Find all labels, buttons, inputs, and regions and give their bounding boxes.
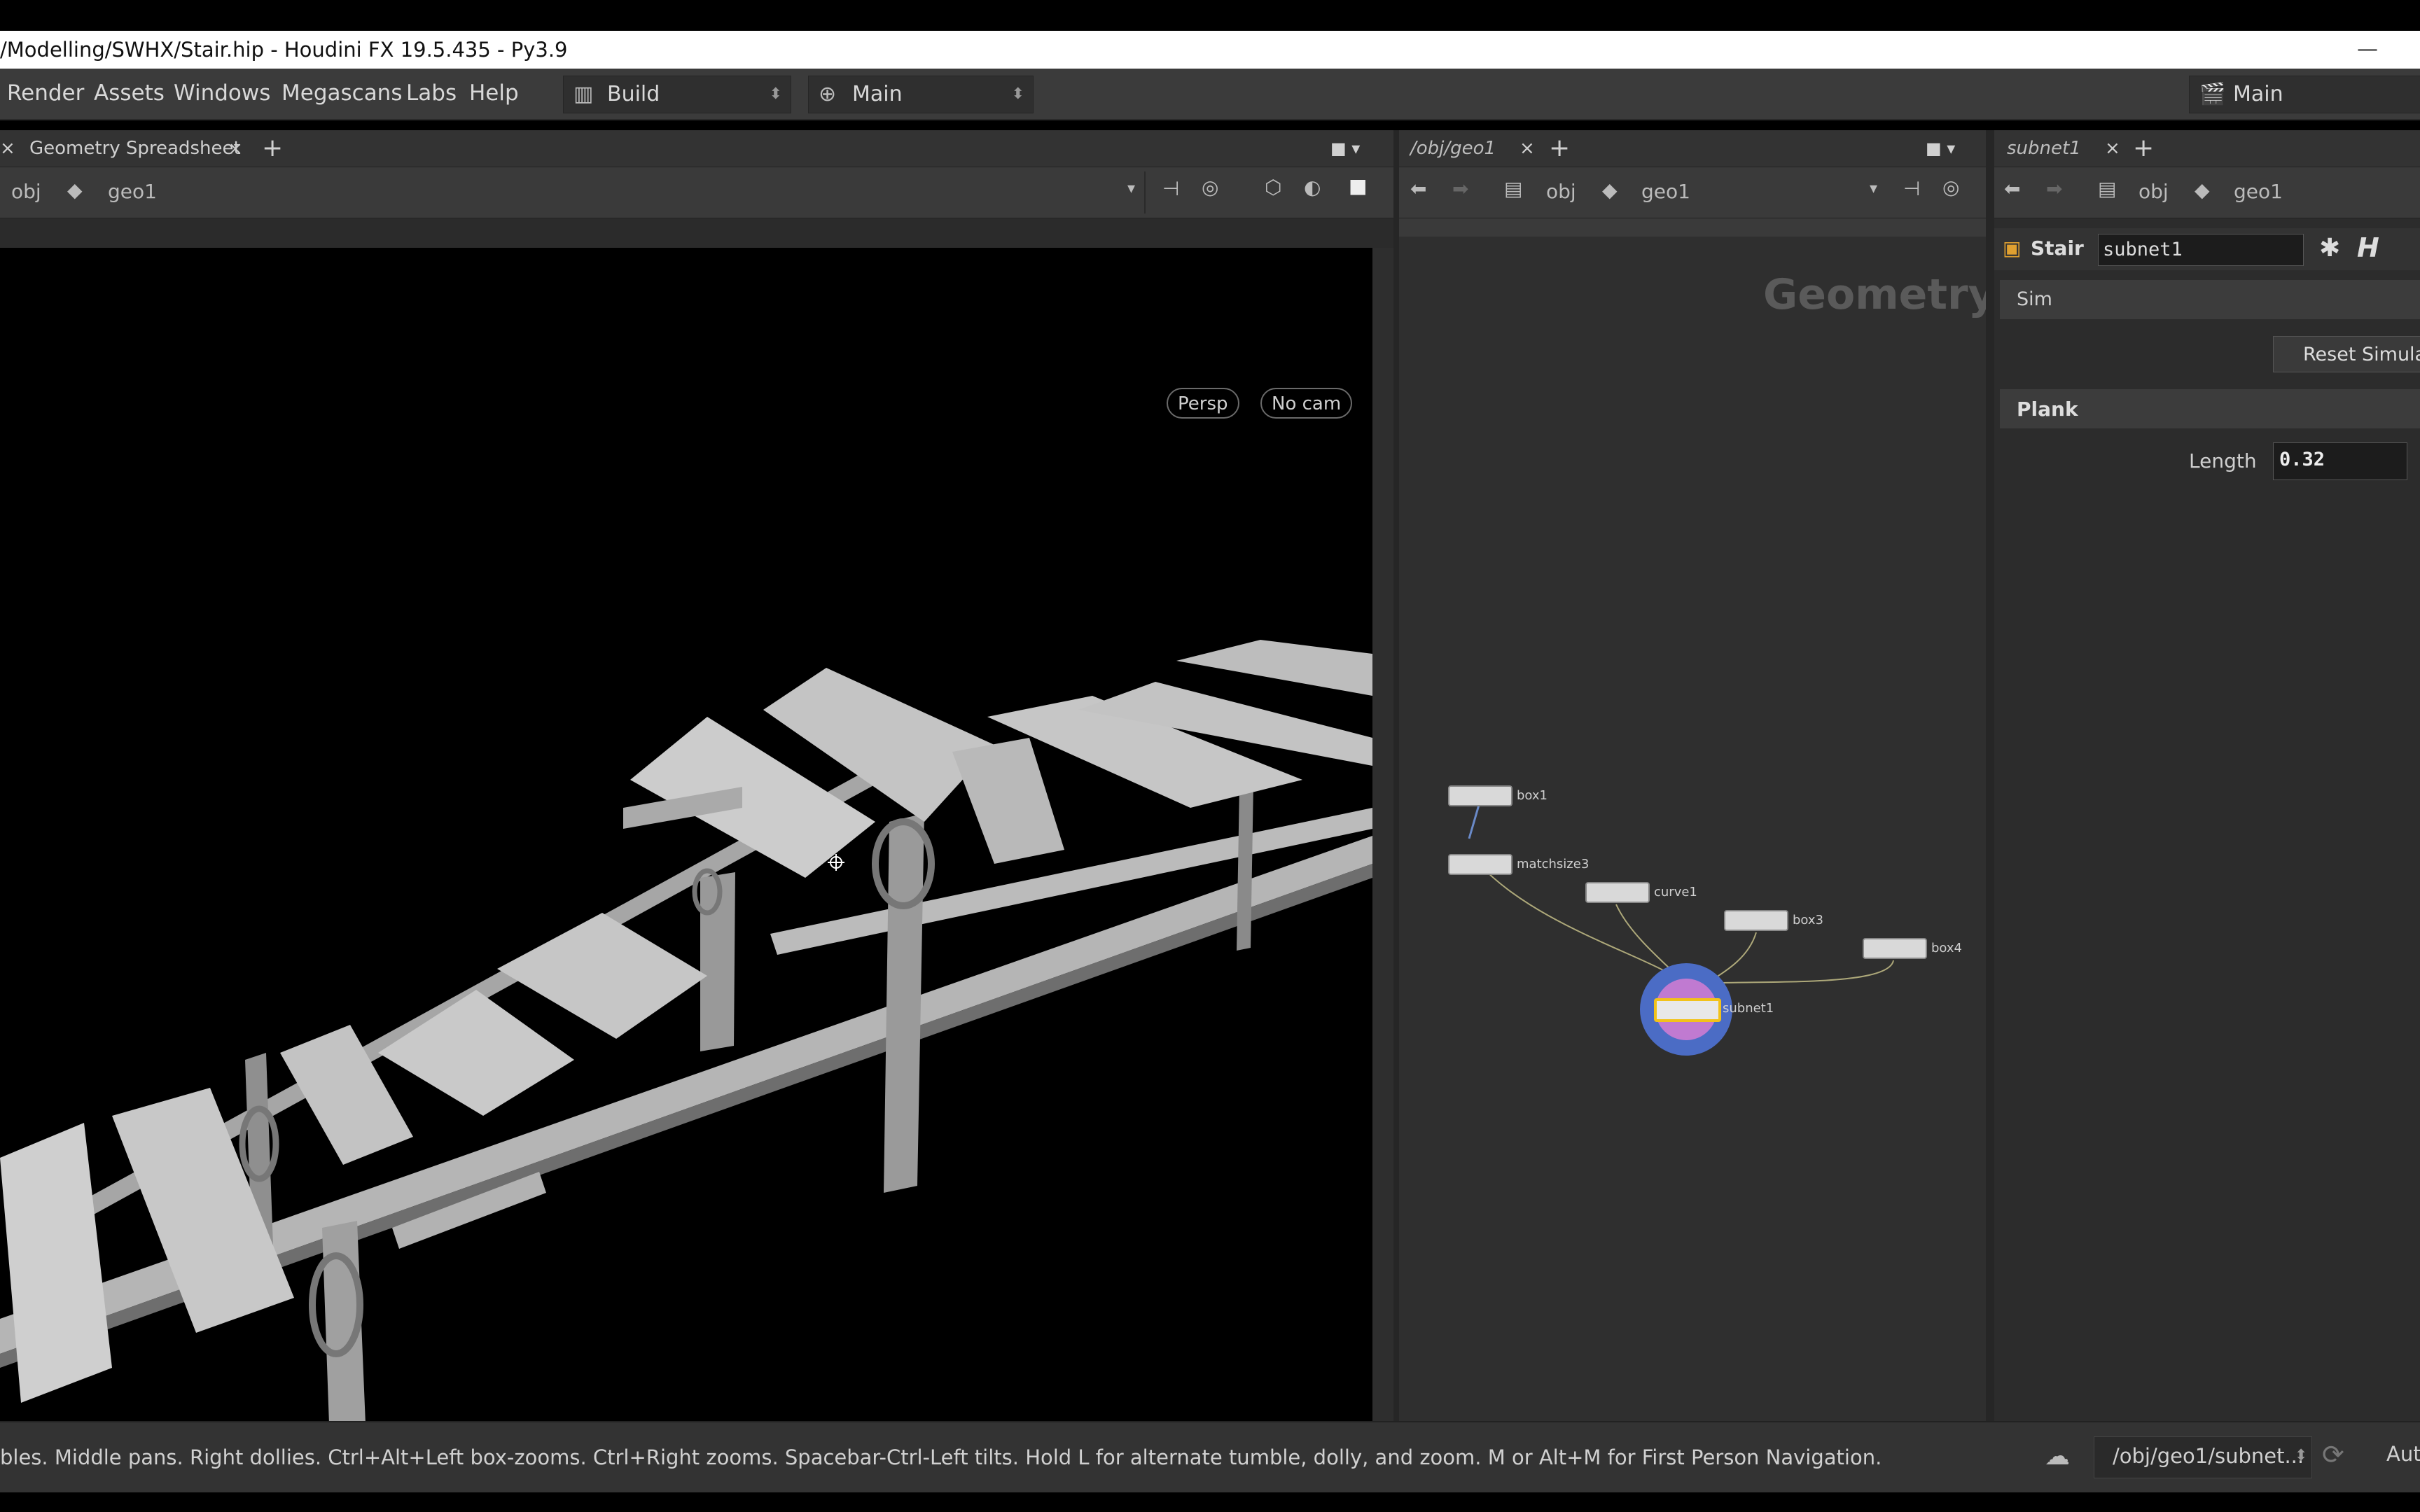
stair-geometry (0, 640, 1372, 1421)
pane-divider[interactable] (1986, 130, 1994, 1421)
close-tab-icon[interactable]: × (2105, 130, 2120, 167)
menu-labs[interactable]: Labs (406, 69, 457, 119)
auto-update-label[interactable]: Aut (2386, 1442, 2420, 1466)
desktop-combo-label: Build (607, 82, 660, 106)
path-node[interactable]: geo1 (2234, 180, 2283, 203)
add-tab-icon[interactable]: + (2133, 130, 2154, 167)
shelf-combo[interactable]: ⊕ Main ⬍ (808, 76, 1034, 113)
shapes-icon[interactable]: ◐ (1304, 176, 1321, 199)
node-name-field[interactable]: subnet1 (2098, 234, 2304, 266)
node-subnet1[interactable] (1654, 998, 1721, 1022)
folder-sim-label: Sim (2017, 288, 2052, 310)
shelf-gear-icon: ⊕ (819, 82, 837, 106)
layout-icon: ▥ (573, 82, 594, 106)
node-label: curve1 (1654, 885, 1697, 899)
folder-plank-label: Plank (2017, 398, 2078, 421)
menu-render[interactable]: Render (7, 69, 84, 119)
geo-icon: ◆ (2195, 178, 2210, 202)
menu-help[interactable]: Help (469, 69, 519, 119)
refresh-icon[interactable]: ⟳ (2322, 1439, 2344, 1470)
pane-layout-icon[interactable]: ■ ▾ (1330, 130, 1360, 167)
desktop-combo[interactable]: ▥ Build ⬍ (563, 76, 791, 113)
scene-view-pane: × Geometry Spreadsheet × + ■ ▾ obj ◆ geo… (0, 130, 1393, 1421)
asset-icon: ▣ (2003, 237, 2022, 260)
window-title: /Modelling/SWHX/Stair.hip - Houdini FX 1… (0, 38, 568, 62)
node-label: box1 (1517, 788, 1548, 803)
brain-icon[interactable]: ☁ (2045, 1442, 2070, 1471)
node-label: box4 (1931, 941, 1962, 955)
node-box3[interactable] (1724, 910, 1788, 931)
status-path-label: /obj/geo1/subnet... (2113, 1444, 2304, 1468)
right-main-combo[interactable]: 🎬 Main (2189, 76, 2420, 113)
target-icon[interactable]: ◎ (1202, 176, 1218, 199)
back-arrow-icon[interactable]: ⬅ (2004, 177, 2020, 200)
node-matchsize3[interactable] (1448, 854, 1512, 875)
white-square-icon[interactable]: ■ (1349, 174, 1367, 197)
folder-sim[interactable]: Sim (2000, 280, 2420, 319)
gear-icon[interactable]: ✱ (2319, 234, 2340, 262)
length-label: Length (2189, 449, 2257, 472)
tab-geometry-spreadsheet[interactable]: Geometry Spreadsheet (29, 130, 241, 167)
node-label: subnet1 (1723, 1001, 1774, 1016)
node-type-label: Stair (2031, 237, 2084, 260)
updown-arrows-icon: ⬍ (2295, 1447, 2308, 1464)
node-wires (1468, 804, 1894, 1056)
clapboard-icon: 🎬 (2199, 82, 2226, 106)
node-curve1[interactable] (1585, 882, 1650, 903)
minimize-button[interactable]: — (2357, 31, 2378, 69)
node-name-value: subnet1 (2103, 239, 2183, 260)
node-label: matchsize3 (1517, 857, 1590, 872)
menu-windows[interactable]: Windows (174, 69, 270, 119)
node-label: box3 (1793, 913, 1823, 927)
reset-button-label: Reset Simulat (2303, 344, 2420, 365)
window-title-bar: /Modelling/SWHX/Stair.hip - Houdini FX 1… (0, 31, 2420, 69)
status-bar: bles. Middle pans. Right dollies. Ctrl+A… (0, 1421, 2420, 1492)
updown-arrows-icon: ⬍ (769, 85, 782, 103)
shelf-combo-label: Main (852, 82, 903, 106)
status-path-combo[interactable]: /obj/geo1/subnet... ⬍ (2094, 1436, 2312, 1478)
reset-simulation-button[interactable]: Reset Simulat (2273, 336, 2420, 372)
forward-arrow-icon[interactable]: ➡ (2046, 177, 2062, 200)
length-value: 0.32 (2279, 449, 2325, 470)
node-header: ▣ Stair subnet1 ✱ H (1994, 228, 2420, 270)
menu-bar: Render Assets Windows Megascans Labs Hel… (0, 69, 2420, 120)
node-box1[interactable] (1448, 785, 1512, 806)
3d-viewport[interactable]: Persp No cam (0, 248, 1372, 1421)
network-editor-pane: /obj/geo1 × + ■ ▾ ⬅ ➡ ▤ obj ◆ geo1 ▾ ⊣ ◎… (1399, 130, 1996, 1421)
persp-menu[interactable]: Persp (1167, 388, 1239, 419)
updown-arrows-icon: ⬍ (1011, 85, 1024, 103)
close-tab-icon[interactable]: × (0, 130, 15, 167)
menu-megascans[interactable]: Megascans (281, 69, 402, 119)
right-combo-label: Main (2233, 82, 2283, 106)
node-box4[interactable] (1863, 938, 1927, 959)
pin-icon[interactable]: ⊣ (1162, 177, 1179, 200)
menu-assets[interactable]: Assets (94, 69, 165, 119)
chevron-down-icon[interactable]: ▾ (1127, 180, 1135, 197)
close-tab-icon[interactable]: × (228, 130, 242, 167)
path-root[interactable]: obj (2139, 180, 2169, 203)
viewport-toolbar[interactable] (1372, 248, 1393, 1421)
add-tab-icon[interactable]: + (262, 130, 283, 167)
length-field[interactable]: 0.32 (2273, 442, 2407, 480)
folder-plank[interactable]: Plank (2000, 389, 2420, 428)
pane-divider[interactable] (1393, 130, 1399, 1421)
help-h-icon[interactable]: H (2357, 232, 2379, 263)
camera-menu[interactable]: No cam (1260, 388, 1353, 419)
status-message: bles. Middle pans. Right dollies. Ctrl+A… (0, 1446, 1882, 1469)
cube-icon[interactable]: ⬡ (1265, 176, 1281, 199)
path-field[interactable] (0, 172, 1146, 214)
tab-subnet1[interactable]: subnet1 (2007, 130, 2081, 167)
obj-icon: ▤ (2098, 177, 2117, 200)
parameter-pane: subnet1 × + ⬅ ➡ ▤ obj ◆ geo1 ▣ Stair sub… (1994, 130, 2420, 1421)
